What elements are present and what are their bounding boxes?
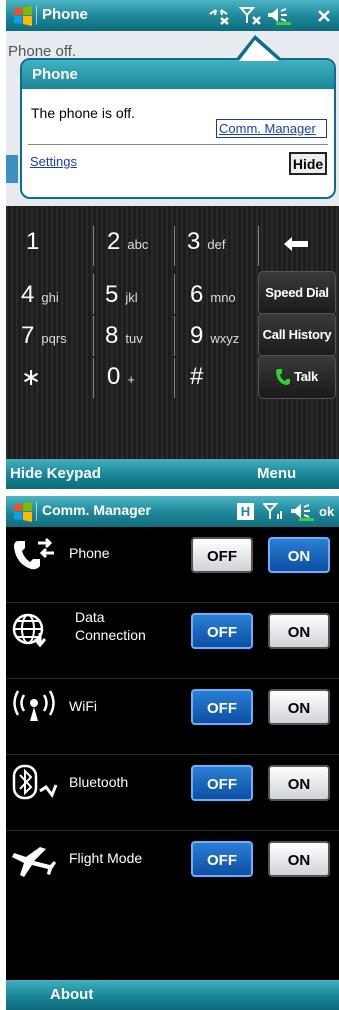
phone-off-notification: Phone The phone is off. Comm. Manager Se…	[20, 58, 336, 199]
comm-row-wifi: WiFi OFF ON	[6, 679, 339, 755]
bluetooth-off-button[interactable]: OFF	[191, 765, 253, 801]
key-2[interactable]: 2 abc	[107, 228, 148, 264]
comm-manager-screen: Comm. Manager H ok Phone OFF ON Data Con…	[6, 496, 339, 1010]
key-divider	[93, 358, 94, 398]
talk-button[interactable]: Talk	[258, 355, 336, 399]
phone-screen: Phone off. Phone Phone The phone is off.…	[6, 0, 339, 489]
key-divider	[258, 226, 259, 266]
ok-button[interactable]: ok	[319, 504, 334, 523]
speed-dial-button[interactable]: Speed Dial	[258, 271, 336, 315]
signal-off-icon[interactable]	[239, 6, 263, 25]
signal-strength-icon[interactable]	[263, 502, 285, 521]
comm-manager-link[interactable]: Comm. Manager	[216, 119, 327, 138]
menu-softkey[interactable]: Menu	[257, 465, 296, 482]
key-hash[interactable]: #	[190, 363, 203, 399]
dial-keypad: 1 2 abc 3 def 4 ghi 5 jkl 6 mno 7 pqrs 8 tuv 9w…	[6, 206, 339, 459]
phone-on-button[interactable]: ON	[268, 537, 330, 573]
key-0[interactable]: 0 +	[107, 363, 135, 399]
hide-button[interactable]: Hide	[289, 152, 327, 175]
start-menu-icon[interactable]	[12, 501, 34, 523]
key-1[interactable]: 1	[26, 228, 39, 264]
key-divider	[93, 226, 94, 266]
volume-icon[interactable]	[289, 502, 315, 521]
key-7[interactable]: 7 pqrs	[21, 322, 67, 358]
globe-icon	[12, 613, 47, 648]
talk-phone-icon	[276, 369, 290, 385]
start-menu-icon[interactable]	[12, 5, 34, 27]
key-6[interactable]: 6 mno	[190, 281, 236, 317]
notification-message: The phone is off.	[31, 105, 136, 121]
phone-label: Phone	[69, 545, 110, 561]
call-history-button[interactable]: Call History	[258, 313, 336, 357]
flight-mode-label: Flight Mode	[69, 850, 143, 866]
wifi-icon	[13, 690, 55, 721]
key-9[interactable]: 9 wxyz	[190, 322, 239, 358]
comm-row-flight-mode: Flight Mode OFF ON	[6, 831, 339, 907]
bluetooth-icon	[12, 764, 58, 800]
selected-row-marker	[6, 155, 18, 183]
hide-keypad-softkey[interactable]: Hide Keypad	[10, 465, 101, 482]
wifi-on-button[interactable]: ON	[268, 689, 330, 725]
key-star[interactable]: ∗	[21, 363, 41, 399]
phone-softkey-bar: Hide Keypad Menu	[6, 459, 339, 489]
connectivity-icon[interactable]	[207, 6, 231, 25]
data-connection-label: Data Connection	[75, 609, 146, 643]
phone-off-button[interactable]: OFF	[191, 537, 253, 573]
flight-mode-off-button[interactable]: OFF	[191, 841, 253, 877]
app-title: Comm. Manager	[42, 502, 151, 518]
comm-row-data-connection: Data Connection OFF ON	[6, 603, 339, 679]
flight-mode-on-button[interactable]: ON	[268, 841, 330, 877]
data-connection-off-button[interactable]: OFF	[191, 613, 253, 649]
key-8[interactable]: 8 tuv	[105, 322, 143, 358]
key-5[interactable]: 5 jkl	[105, 281, 138, 317]
title-divider	[36, 502, 37, 521]
airplane-icon	[12, 847, 56, 877]
phone-icon	[14, 537, 54, 570]
notification-title: Phone	[22, 60, 334, 89]
key-4[interactable]: 4 ghi	[21, 281, 59, 317]
bluetooth-on-button[interactable]: ON	[268, 765, 330, 801]
backspace-icon[interactable]	[283, 236, 309, 252]
close-icon[interactable]	[317, 6, 331, 25]
app-title: Phone	[42, 6, 88, 23]
key-3[interactable]: 3 def	[187, 228, 225, 264]
comm-row-bluetooth: Bluetooth OFF ON	[6, 755, 339, 831]
wifi-off-button[interactable]: OFF	[191, 689, 253, 725]
hsdpa-indicator: H	[237, 503, 254, 520]
bluetooth-label: Bluetooth	[69, 774, 129, 790]
data-connection-on-button[interactable]: ON	[268, 613, 330, 649]
key-divider	[93, 274, 94, 314]
key-divider	[174, 226, 175, 266]
comm-manager-softkey-bar: About	[6, 980, 339, 1010]
key-divider	[93, 316, 94, 356]
phone-title-bar: Phone	[6, 0, 339, 31]
title-divider	[36, 6, 37, 25]
comm-row-phone: Phone OFF ON	[6, 527, 339, 603]
key-divider	[174, 358, 175, 398]
bubble-pointer-fill	[239, 40, 279, 61]
wifi-label: WiFi	[69, 698, 97, 714]
settings-link[interactable]: Settings	[30, 154, 77, 169]
talk-label: Talk	[294, 369, 318, 384]
about-softkey[interactable]: About	[50, 986, 93, 1003]
comm-manager-title-bar: Comm. Manager H ok	[6, 496, 339, 527]
volume-icon[interactable]	[266, 6, 292, 25]
key-divider	[174, 274, 175, 314]
key-divider	[174, 316, 175, 356]
notification-divider	[28, 144, 328, 145]
